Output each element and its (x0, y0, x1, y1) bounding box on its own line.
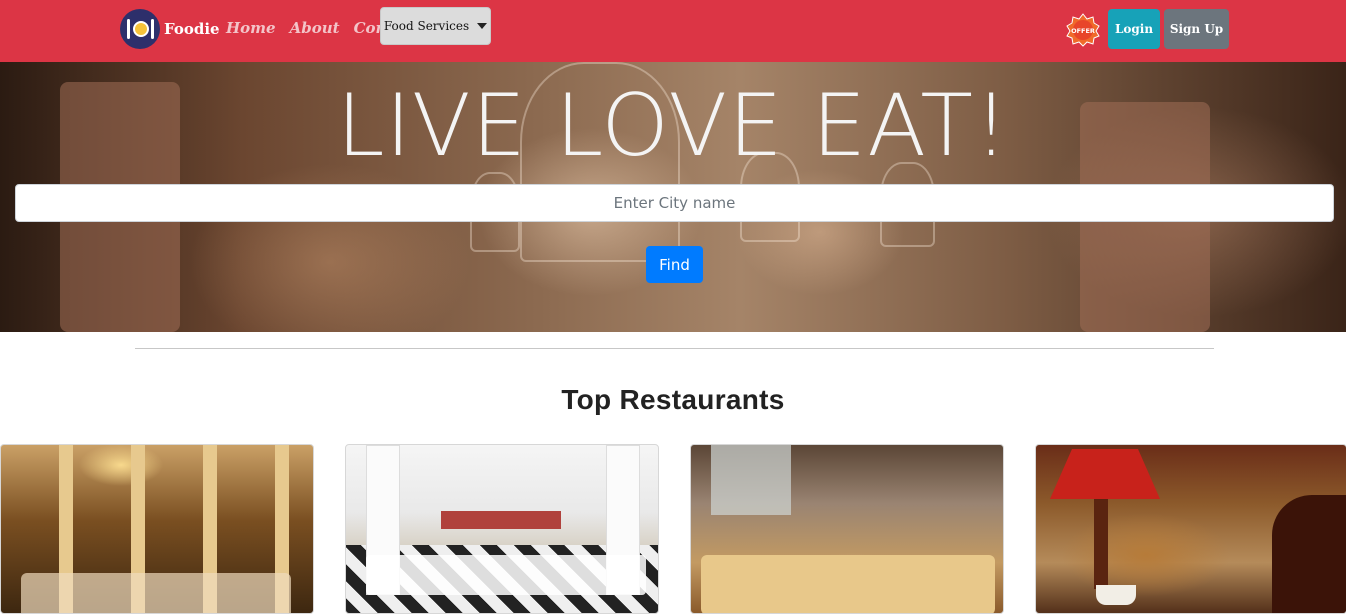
login-button[interactable]: Login (1108, 9, 1160, 49)
brand-name: Foodie (164, 20, 220, 38)
restaurant-card-image[interactable] (690, 444, 1004, 614)
navbar: Foodie Home About Contact Food Services … (0, 0, 1346, 62)
nav-link-home[interactable]: Home (226, 19, 276, 37)
food-services-dropdown[interactable]: Food Services (380, 7, 491, 45)
brand[interactable]: Foodie (120, 9, 220, 49)
hero-title: LIVE LOVE EAT! (336, 76, 1010, 176)
caret-down-icon (477, 23, 488, 29)
restaurant-card-image[interactable] (0, 444, 314, 614)
restaurant-card-image[interactable] (345, 444, 659, 614)
hero-banner: LIVE LOVE EAT! Find (0, 62, 1346, 332)
section-title: Top Restaurants (561, 384, 785, 415)
signup-button[interactable]: Sign Up (1164, 9, 1229, 49)
foodie-logo-icon (120, 9, 160, 49)
restaurant-card-image[interactable] (1035, 444, 1346, 614)
find-button[interactable]: Find (646, 246, 703, 283)
city-search-input[interactable] (15, 184, 1334, 222)
dropdown-label: Food Services (383, 19, 470, 33)
nav-link-about[interactable]: About (290, 19, 340, 37)
offer-badge-icon[interactable]: OFFER (1066, 13, 1100, 47)
divider (135, 348, 1214, 349)
offer-badge-text: OFFER (1071, 27, 1095, 35)
